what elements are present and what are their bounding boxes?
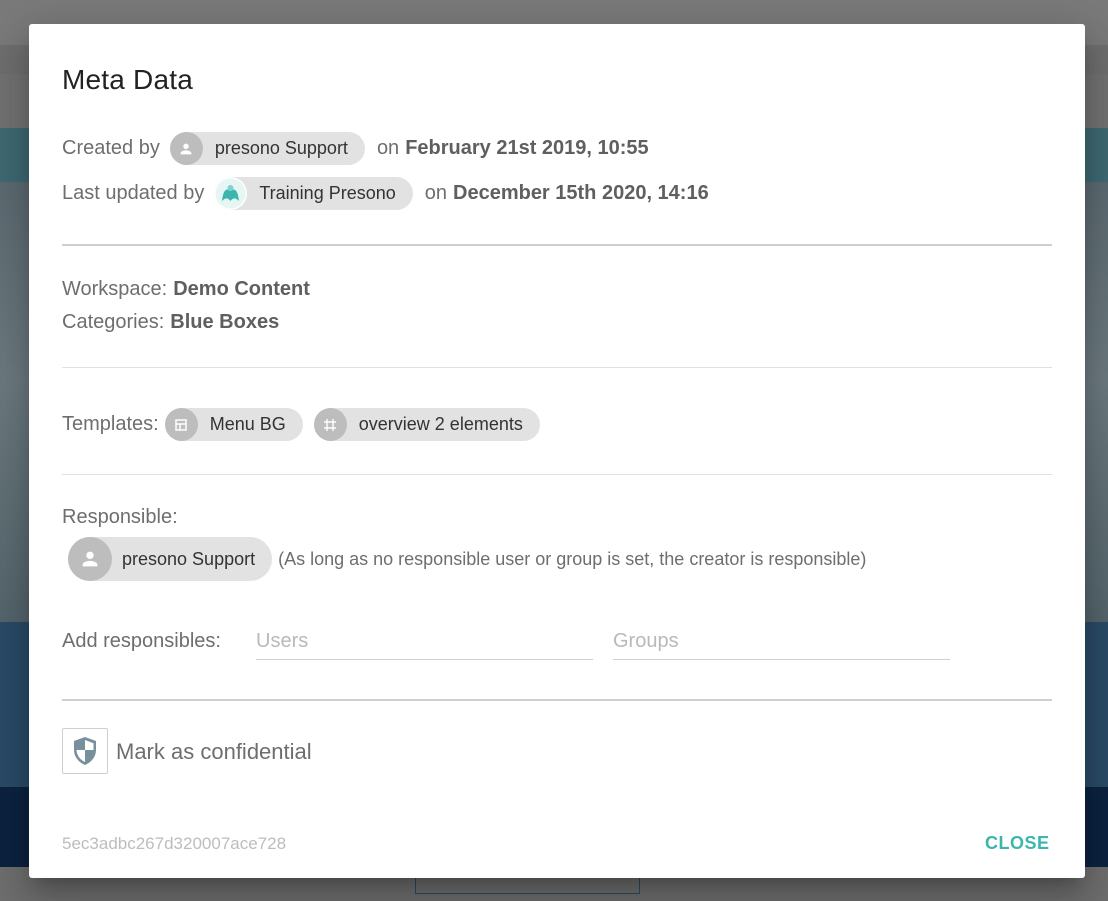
document-id: 5ec3adbc267d320007ace728 [62, 834, 287, 853]
users-input[interactable] [256, 624, 593, 658]
updated-on: on [424, 182, 447, 204]
created-user-name: presono Support [214, 138, 348, 158]
template-name: overview 2 elements [358, 414, 523, 434]
template-name: Menu BG [209, 414, 286, 434]
responsible-label: Responsible: [62, 506, 178, 528]
workspace-value: Demo Content [173, 278, 310, 300]
created-on: on [376, 137, 400, 159]
updated-prefix: Last updated by [62, 182, 205, 204]
responsible-user-name: presono Support [122, 548, 256, 569]
created-date: February 21st 2019, 10:55 [405, 137, 649, 159]
created-prefix: Created by [62, 137, 160, 159]
workspace-label: Workspace: [62, 278, 168, 300]
groups-input[interactable] [613, 624, 950, 658]
created-user-chip[interactable]: presono Support [169, 132, 365, 165]
add-responsibles-row: Add responsibles: [62, 630, 221, 653]
template-chip[interactable]: Menu BG [164, 408, 303, 441]
templates-row: Templates: Menu BG overview 2 elements [62, 408, 540, 441]
categories-value: Blue Boxes [170, 311, 280, 333]
updated-date: December 15th 2020, 14:16 [453, 182, 709, 204]
presono-logo-icon [215, 178, 246, 209]
created-row: Created by presono Support on February 2… [62, 132, 649, 165]
divider [62, 474, 1052, 475]
template-icon [175, 418, 187, 431]
users-field[interactable] [256, 624, 593, 660]
divider [62, 244, 1052, 246]
responsible-note: (As long as no responsible user or group… [278, 548, 867, 569]
person-icon [181, 143, 192, 154]
template-chip[interactable]: overview 2 elements [313, 408, 540, 441]
updated-user-chip[interactable]: Training Presono [214, 177, 413, 210]
templates-label: Templates: [62, 413, 159, 435]
updated-user-name: Training Presono [259, 183, 396, 203]
shield-icon [74, 737, 96, 765]
person-icon [82, 551, 98, 567]
dialog-title: Meta Data [62, 64, 193, 95]
close-button[interactable]: CLOSE [975, 829, 1060, 858]
user-avatar [169, 132, 203, 165]
workspace-row: Workspace: Demo Content [62, 278, 310, 301]
responsible-user-chip[interactable]: presono Support [68, 537, 273, 581]
user-avatar [68, 537, 112, 581]
categories-row: Categories: Blue Boxes [62, 311, 279, 334]
responsible-label-row: Responsible: [62, 506, 178, 529]
categories-label: Categories: [62, 311, 165, 333]
meta-data-dialog: Meta Data Created by presono Support on … [29, 24, 1085, 878]
confidential-toggle[interactable] [62, 728, 108, 774]
divider [62, 699, 1052, 701]
updated-row: Last updated by Training Presono on Dece… [62, 177, 709, 210]
divider [62, 367, 1052, 368]
confidential-label[interactable]: Mark as confidential [116, 739, 312, 765]
responsible-row: presono Support (As long as no responsib… [68, 537, 866, 581]
groups-field[interactable] [613, 624, 950, 660]
grid-icon [324, 418, 337, 431]
template-avatar [164, 408, 198, 441]
template-avatar [313, 408, 347, 441]
user-avatar [214, 177, 248, 210]
add-responsibles-label: Add responsibles: [62, 630, 221, 652]
